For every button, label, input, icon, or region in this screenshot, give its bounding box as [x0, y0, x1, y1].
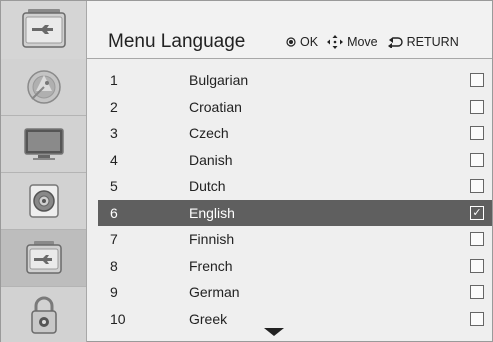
- menu-header: Menu Language OK Move RETURN: [1, 1, 492, 59]
- language-checkbox[interactable]: [470, 152, 484, 167]
- move-icon: [327, 35, 344, 49]
- language-row[interactable]: 3 Czech: [98, 120, 492, 147]
- language-number: 6: [110, 204, 118, 221]
- language-checkbox[interactable]: [470, 311, 484, 326]
- language-name: Danish: [189, 151, 233, 168]
- language-name: Croatian: [189, 98, 242, 115]
- language-checkbox[interactable]: ✓: [470, 205, 484, 220]
- ok-icon: [286, 37, 296, 47]
- language-row[interactable]: 9 German: [98, 279, 492, 306]
- hint-ok-label: OK: [300, 35, 319, 49]
- language-checkbox[interactable]: [470, 73, 484, 87]
- sidebar-item-setup[interactable]: [1, 230, 86, 287]
- language-name: Dutch: [189, 178, 226, 195]
- language-row[interactable]: 6 English ✓: [98, 199, 492, 226]
- language-row[interactable]: 10 Greek: [98, 306, 492, 333]
- language-name: English: [189, 204, 235, 221]
- language-number: 7: [110, 231, 118, 248]
- language-number: 9: [110, 284, 118, 301]
- language-checkbox[interactable]: [470, 258, 484, 273]
- category-sidebar: [1, 59, 87, 342]
- language-name: Greek: [189, 310, 228, 327]
- toolbox-icon: [22, 9, 66, 48]
- language-number: 5: [110, 178, 118, 195]
- hint-move-label: Move: [347, 35, 378, 49]
- hint-ok: OK: [286, 35, 318, 49]
- language-name: Czech: [189, 125, 229, 142]
- scroll-down-icon[interactable]: [264, 328, 284, 336]
- satellite-dish-icon: [26, 70, 61, 104]
- language-name: French: [189, 257, 233, 274]
- page-title: Menu Language: [108, 31, 246, 52]
- button-hints: OK Move RETURN: [286, 35, 459, 49]
- language-row[interactable]: 1 Bulgarian: [98, 67, 492, 94]
- header-icon-cell: [1, 1, 87, 59]
- tv-screen-icon: [23, 128, 64, 160]
- hint-move: Move: [327, 35, 378, 49]
- sidebar-item-channel[interactable]: [1, 59, 86, 116]
- language-row[interactable]: 7 Finnish: [98, 226, 492, 253]
- language-number: 2: [110, 98, 118, 115]
- return-icon: [387, 37, 403, 48]
- tv-menu-window: Menu Language OK Move RETURN 1 Bulgarian…: [0, 0, 493, 342]
- toolbox-icon: [25, 241, 62, 274]
- language-name: German: [189, 284, 240, 301]
- sidebar-item-picture[interactable]: [1, 116, 86, 173]
- language-number: 1: [110, 72, 118, 89]
- language-checkbox[interactable]: [470, 285, 484, 299]
- speaker-icon: [28, 184, 59, 218]
- language-row[interactable]: 4 Danish: [98, 147, 492, 174]
- language-number: 8: [110, 257, 118, 274]
- language-row[interactable]: 5 Dutch: [98, 173, 492, 200]
- sidebar-item-audio[interactable]: [1, 173, 86, 230]
- language-list: 1 Bulgarian 2 Croatian 3 Czech 4 Danish 5 Dutch 6 E…: [98, 67, 492, 332]
- language-name: Bulgarian: [189, 72, 249, 89]
- hint-return: RETURN: [387, 35, 459, 49]
- language-number: 10: [110, 310, 126, 327]
- language-row[interactable]: 2 Croatian: [98, 94, 492, 121]
- language-number: 3: [110, 125, 118, 142]
- language-checkbox[interactable]: [470, 99, 484, 114]
- language-name: Finnish: [189, 231, 235, 248]
- language-checkbox[interactable]: [470, 179, 484, 193]
- language-checkbox[interactable]: [470, 232, 484, 246]
- language-checkbox[interactable]: [470, 126, 484, 140]
- language-row[interactable]: 8 French: [98, 253, 492, 280]
- hint-return-label: RETURN: [406, 35, 459, 49]
- lock-icon: [30, 296, 57, 334]
- sidebar-item-lock[interactable]: [1, 287, 86, 342]
- language-number: 4: [110, 151, 118, 168]
